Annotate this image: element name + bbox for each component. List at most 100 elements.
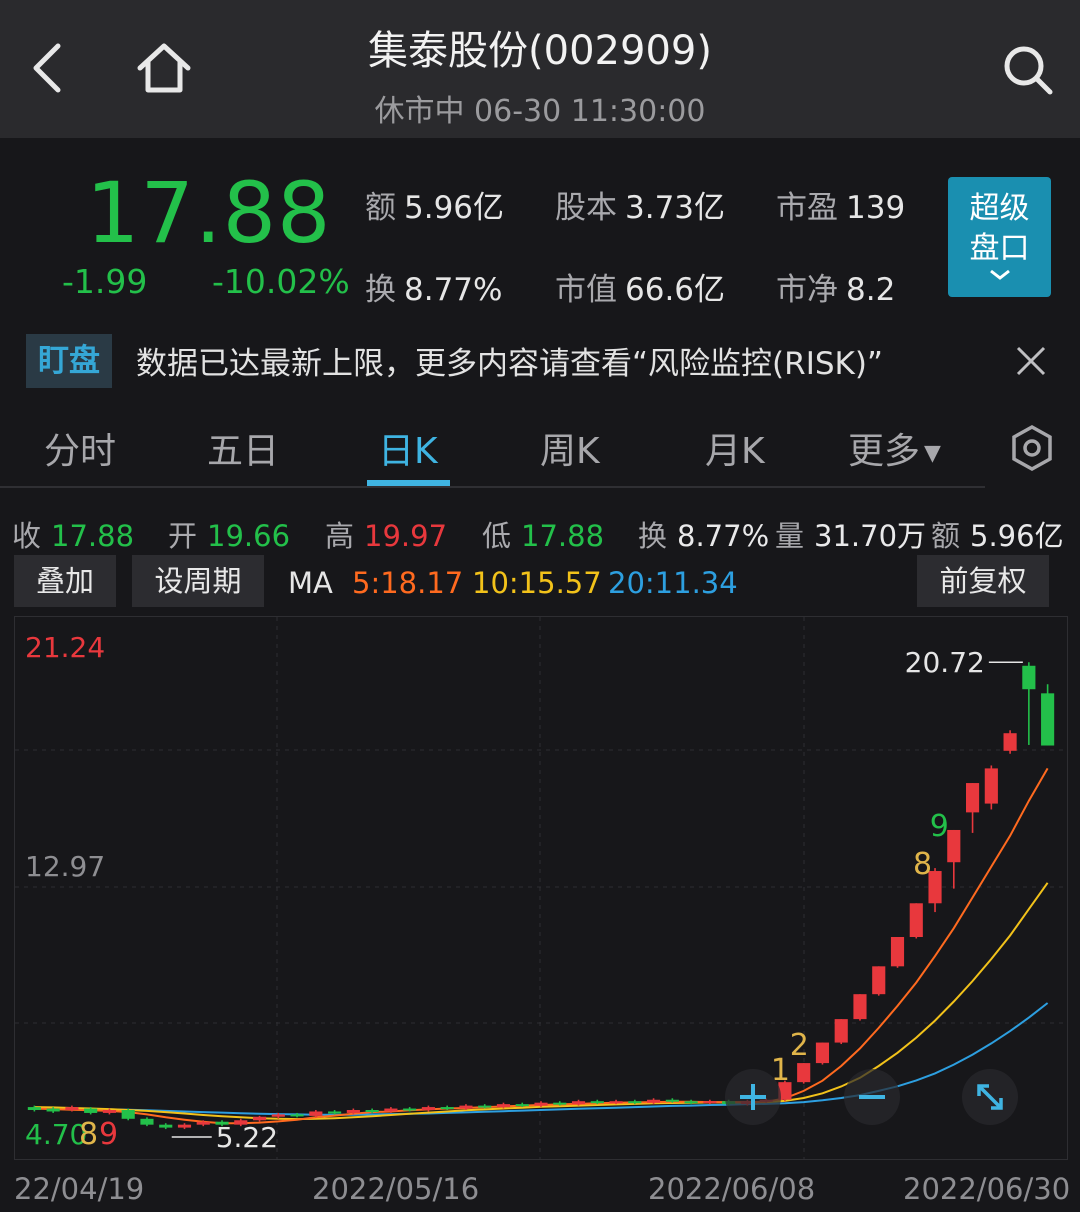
quote-volume: 量 31.70万 xyxy=(775,519,927,553)
candle-body xyxy=(834,1019,848,1043)
super-button-line1: 超级 xyxy=(969,191,1030,226)
tab-five-day[interactable]: 五日 xyxy=(207,422,279,474)
candle xyxy=(947,829,961,889)
price-change-pct: -10.02% xyxy=(212,262,350,301)
super-order-book-button[interactable]: 超级 盘口 xyxy=(948,177,1051,297)
kline-chart[interactable]: 21.24 12.97 4.70 20.72 5.22 8 9 1 2 8 9 xyxy=(14,616,1068,1160)
x-axis-label-3: 2022/06/08 xyxy=(648,1172,816,1206)
candle-body xyxy=(159,1124,173,1128)
search-icon[interactable] xyxy=(1002,44,1054,96)
y-axis-max-label: 21.24 xyxy=(25,631,105,664)
quote-low: 低 17.88 xyxy=(482,519,605,553)
candle-body xyxy=(571,1101,586,1105)
candle xyxy=(834,1019,848,1045)
candle xyxy=(890,937,905,968)
overlay-button[interactable]: 叠加 xyxy=(14,555,116,607)
candle-body xyxy=(346,1110,360,1113)
td-count-2: 2 xyxy=(790,1028,809,1063)
super-button-line2: 盘口 xyxy=(969,231,1030,266)
quote-open: 开 19.66 xyxy=(168,519,291,553)
x-axis-label-2: 2022/05/16 xyxy=(312,1172,480,1206)
y-axis-min-label: 4.70 xyxy=(25,1118,87,1151)
candle-body xyxy=(384,1108,398,1112)
candle-body xyxy=(46,1108,60,1112)
candle-body xyxy=(1003,733,1017,751)
candle xyxy=(177,1123,192,1130)
notice-text[interactable]: 数据已达最新上限，更多内容请查看“风险监控(RISK)” xyxy=(136,338,883,383)
tab-daily-k[interactable]: 日K xyxy=(378,422,438,474)
candle xyxy=(140,1117,154,1127)
tab-weekly-k[interactable]: 周K xyxy=(540,422,600,474)
settings-hexagon-icon[interactable] xyxy=(1010,424,1054,472)
candle-body xyxy=(328,1111,342,1114)
candle-body xyxy=(252,1116,267,1121)
candle-body xyxy=(890,937,905,967)
candle-body xyxy=(365,1110,379,1113)
candle-body xyxy=(853,994,867,1020)
td-count-8-low: 8 xyxy=(79,1117,98,1152)
candle-body xyxy=(965,783,980,813)
candle-body xyxy=(815,1042,830,1064)
candle-body xyxy=(684,1101,698,1104)
candle xyxy=(984,765,998,810)
candle-body xyxy=(628,1101,642,1104)
kline-svg: 21.2412.974.7020.725.228 91289 xyxy=(15,617,1067,1159)
candle-body xyxy=(703,1101,717,1104)
candle-body xyxy=(647,1099,661,1103)
candle xyxy=(159,1123,173,1130)
close-icon[interactable] xyxy=(1014,344,1048,378)
y-axis-mid-label: 12.97 xyxy=(25,850,105,883)
quote-amount: 额 5.96亿 xyxy=(931,519,1064,553)
x-axis-label-1: 22/04/19 xyxy=(14,1172,145,1206)
chevron-down-icon xyxy=(989,269,1010,280)
candle-body xyxy=(909,903,923,938)
candle xyxy=(872,966,886,996)
candle-body xyxy=(84,1108,98,1113)
current-price: 17.88 xyxy=(86,164,332,262)
ma10-value: 10:15.57 xyxy=(472,566,602,600)
fullscreen-icon[interactable] xyxy=(960,1067,1020,1127)
candle-body xyxy=(534,1102,548,1106)
candle xyxy=(815,1042,830,1065)
candle xyxy=(1003,730,1017,754)
tabs-divider xyxy=(0,486,985,488)
candle-body xyxy=(1041,693,1055,746)
zoom-out-icon[interactable] xyxy=(842,1067,902,1127)
adjust-button[interactable]: 前复权 xyxy=(917,555,1049,607)
stat-amount: 额 5.96亿 xyxy=(365,190,505,226)
high-marker-label: 20.72 xyxy=(905,646,985,679)
stat-pe: 市盈 139 xyxy=(776,190,906,226)
tab-intraday[interactable]: 分时 xyxy=(44,422,116,474)
candle xyxy=(853,994,867,1021)
stat-market-cap: 市值 66.6亿 xyxy=(555,272,726,308)
candle-body xyxy=(1022,665,1036,690)
stat-turnover: 换 8.77% xyxy=(365,272,503,308)
candle xyxy=(797,1063,811,1084)
page-title: 集泰股份(002909) xyxy=(368,28,712,74)
candle-body xyxy=(403,1108,417,1111)
candle xyxy=(909,903,923,939)
x-axis-label-4: 2022/06/30 xyxy=(903,1172,1071,1206)
candle xyxy=(1041,684,1055,746)
tab-monthly-k[interactable]: 月K xyxy=(705,422,765,474)
risk-notice-bar: 盯盘 数据已达最新上限，更多内容请查看“风险监控(RISK)” xyxy=(0,330,1080,394)
tab-more[interactable]: 更多 ▼ xyxy=(848,422,941,474)
candle-body xyxy=(196,1121,210,1125)
candle-body xyxy=(421,1107,435,1111)
td-count-9-low: 9 xyxy=(99,1117,118,1152)
zoom-in-icon[interactable] xyxy=(723,1067,783,1127)
ma-label[interactable]: MA xyxy=(288,566,333,600)
ma20-value: 20:11.34 xyxy=(608,566,738,600)
quote-turnover: 换 8.77% xyxy=(638,519,770,553)
candle-body xyxy=(309,1111,323,1116)
candle-body xyxy=(177,1124,192,1128)
candle-body xyxy=(797,1063,811,1083)
set-period-button[interactable]: 设周期 xyxy=(132,555,264,607)
ma5-value: 5:18.17 xyxy=(352,566,464,600)
candle-body xyxy=(984,768,998,804)
candle xyxy=(121,1108,135,1121)
candle-body xyxy=(665,1099,679,1102)
candle-body xyxy=(515,1104,529,1107)
watch-tag[interactable]: 盯盘 xyxy=(26,334,112,388)
candle-body xyxy=(27,1107,41,1111)
